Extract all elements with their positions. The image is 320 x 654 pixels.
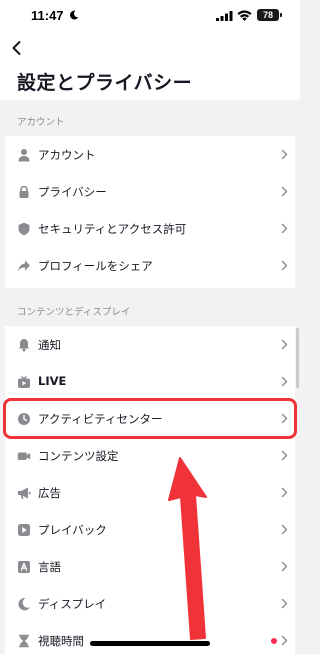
- settings-item-label: プロフィールをシェア: [38, 259, 153, 273]
- status-bar: 11:47 78: [0, 0, 300, 30]
- status-time: 11:47: [31, 8, 64, 23]
- chevron-right-icon: [281, 260, 288, 271]
- settings-item-label: ディスプレイ: [38, 597, 107, 611]
- live-tv-icon: [18, 375, 30, 388]
- share-icon: [18, 260, 30, 272]
- chevron-right-icon: [281, 450, 288, 461]
- chevron-right-icon: [281, 524, 288, 535]
- settings-item-language[interactable]: 言語: [5, 548, 295, 585]
- language-icon: [18, 561, 30, 573]
- settings-item-display[interactable]: ディスプレイ: [5, 585, 295, 622]
- chevron-right-icon: [281, 635, 288, 646]
- battery-indicator: 78: [257, 9, 282, 21]
- settings-item-live[interactable]: LIVE: [5, 363, 295, 400]
- settings-item-privacy[interactable]: プライバシー: [5, 173, 295, 210]
- settings-item-label: 広告: [38, 486, 61, 500]
- hourglass-icon: [19, 634, 29, 648]
- section-header-account: アカウント: [17, 117, 65, 128]
- settings-item-ads[interactable]: 広告: [5, 474, 295, 511]
- settings-item-label: アカウント: [38, 148, 96, 162]
- annotation-arrow-icon: [168, 457, 207, 640]
- person-icon: [18, 149, 30, 162]
- chevron-right-icon: [281, 487, 288, 498]
- wifi-icon: [237, 10, 252, 21]
- notification-dot: [271, 638, 277, 644]
- content-display-section-card: 通知 LIVE アクティビティセンター コンテンツ設定 広告 プレイバック 言語…: [5, 326, 295, 654]
- settings-item-notifications[interactable]: 通知: [5, 326, 295, 363]
- settings-item-content-preferences[interactable]: コンテンツ設定: [5, 437, 295, 474]
- account-section-card: アカウント プライバシー セキュリティとアクセス許可 プロフィールをシェア: [5, 136, 295, 288]
- settings-item-label: プライバシー: [38, 185, 107, 199]
- scrollbar-thumb[interactable]: [296, 328, 299, 388]
- settings-item-security[interactable]: セキュリティとアクセス許可: [5, 210, 295, 247]
- settings-item-label: 視聴時間: [38, 634, 84, 648]
- focus-moon-icon: [70, 10, 79, 20]
- settings-item-label: プレイバック: [38, 523, 107, 537]
- chevron-right-icon: [281, 376, 288, 387]
- settings-item-label: 言語: [38, 560, 61, 574]
- settings-item-label: 通知: [38, 338, 61, 352]
- lock-icon: [19, 185, 29, 198]
- bell-icon: [18, 339, 30, 352]
- chevron-right-icon: [281, 561, 288, 572]
- chevron-right-icon: [281, 339, 288, 350]
- megaphone-icon: [18, 487, 31, 499]
- chevron-right-icon: [281, 598, 288, 609]
- settings-item-share-profile[interactable]: プロフィールをシェア: [5, 247, 295, 284]
- settings-item-account[interactable]: アカウント: [5, 136, 295, 173]
- section-header-content-display: コンテンツとディスプレイ: [17, 307, 131, 318]
- chevron-right-icon: [281, 149, 288, 160]
- page-title: 設定とプライバシー: [17, 72, 193, 94]
- play-icon: [18, 524, 30, 536]
- shield-icon: [18, 222, 30, 236]
- back-arrow-icon[interactable]: [10, 40, 24, 56]
- home-indicator: [90, 641, 210, 646]
- signal-icon: [216, 11, 233, 21]
- settings-item-screen-time[interactable]: 視聴時間: [5, 622, 295, 654]
- settings-item-playback[interactable]: プレイバック: [5, 511, 295, 548]
- page-header: 設定とプライバシー: [0, 30, 300, 100]
- settings-item-label: コンテンツ設定: [38, 449, 119, 463]
- settings-item-label: LIVE: [38, 374, 67, 388]
- moon-icon: [18, 597, 30, 611]
- chevron-right-icon: [281, 186, 288, 197]
- settings-item-label: セキュリティとアクセス許可: [38, 222, 187, 236]
- chevron-right-icon: [281, 223, 288, 234]
- video-camera-icon: [17, 452, 31, 460]
- highlight-box: [3, 398, 297, 439]
